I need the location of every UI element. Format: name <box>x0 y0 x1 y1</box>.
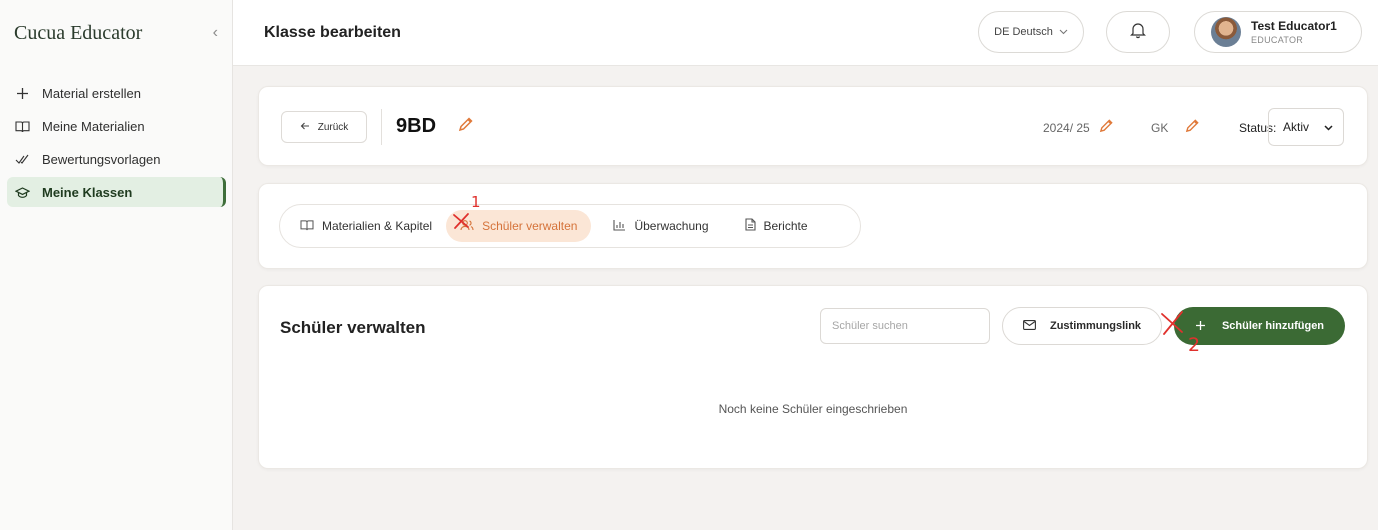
edit-year-pencil-icon[interactable] <box>1099 118 1114 137</box>
sidebar-item-material-erstellen[interactable]: Material erstellen <box>7 78 226 108</box>
users-icon <box>460 219 474 234</box>
bell-icon <box>1130 21 1146 44</box>
arrow-left-icon <box>300 121 310 133</box>
sidebar-item-label: Meine Materialien <box>42 118 145 134</box>
double-check-icon <box>14 153 30 165</box>
avatar <box>1211 17 1241 47</box>
empty-state-text: Noch keine Schüler eingeschrieben <box>718 402 908 416</box>
top-header: Klasse bearbeiten DE Deutsch Test Educat… <box>233 0 1378 66</box>
sidebar-item-label: Bewertungsvorlagen <box>42 151 161 167</box>
add-student-label: Schüler hinzufügen <box>1221 320 1325 332</box>
status-value: Aktiv <box>1283 120 1310 134</box>
school-year: 2024/ 25 <box>1043 121 1090 135</box>
edit-class-name-pencil-icon[interactable] <box>458 116 474 136</box>
tab-schueler-verwalten[interactable]: Schüler verwalten <box>446 210 592 242</box>
tab-label: Materialien & Kapitel <box>322 219 433 233</box>
sidebar-item-meine-klassen[interactable]: Meine Klassen <box>7 177 226 207</box>
student-search-input[interactable] <box>820 308 990 344</box>
bar-chart-icon <box>613 219 626 234</box>
consent-link-label: Zustimmungslink <box>1049 320 1142 332</box>
chevron-down-icon <box>1324 120 1333 134</box>
back-button[interactable]: Zurück <box>281 111 367 143</box>
book-icon <box>14 120 30 133</box>
sidebar: Cucua Educator ‹ Material erstellen Mein… <box>0 0 233 530</box>
plus-icon <box>14 87 30 100</box>
edit-course-pencil-icon[interactable] <box>1185 118 1200 137</box>
course-type: GK <box>1151 121 1169 135</box>
sidebar-item-label: Material erstellen <box>42 85 141 101</box>
divider <box>381 109 382 145</box>
collapse-sidebar-icon[interactable]: ‹ <box>213 24 218 42</box>
document-icon <box>744 218 756 234</box>
tab-bar: Materialien & Kapitel Schüler verwalten … <box>279 204 861 248</box>
consent-link-button[interactable]: Zustimmungslink <box>1002 307 1162 345</box>
user-menu[interactable]: Test Educator1 EDUCATOR <box>1194 11 1362 53</box>
sidebar-item-label: Meine Klassen <box>42 184 133 200</box>
user-info: Test Educator1 EDUCATOR <box>1251 19 1337 45</box>
language-label: DE Deutsch <box>994 26 1053 38</box>
mail-icon <box>1023 319 1036 333</box>
chevron-down-icon <box>1059 27 1068 37</box>
section-title: Schüler verwalten <box>280 318 426 337</box>
brand-name: Cucua Educator <box>14 21 143 44</box>
add-student-button[interactable]: Schüler hinzufügen <box>1174 307 1345 345</box>
tabs-card: Materialien & Kapitel Schüler verwalten … <box>258 183 1368 269</box>
graduation-cap-icon <box>14 186 30 199</box>
brand-row: Cucua Educator ‹ <box>0 0 232 66</box>
tab-ueberwachung[interactable]: Überwachung <box>599 210 722 242</box>
back-label: Zurück <box>317 121 349 133</box>
status-select[interactable]: Aktiv <box>1268 108 1344 146</box>
sidebar-nav: Material erstellen Meine Materialien Bew… <box>0 78 232 207</box>
sidebar-item-bewertungsvorlagen[interactable]: Bewertungsvorlagen <box>7 144 226 174</box>
header-actions: DE Deutsch Test Educator1 EDUCATOR <box>978 11 1362 53</box>
tab-label: Überwachung <box>634 219 709 233</box>
user-name: Test Educator1 <box>1251 19 1337 33</box>
tab-materialien-kapitel[interactable]: Materialien & Kapitel <box>286 210 446 242</box>
book-icon <box>300 219 314 234</box>
plus-icon <box>1195 318 1206 334</box>
language-selector[interactable]: DE Deutsch <box>978 11 1084 53</box>
sidebar-item-meine-materialien[interactable]: Meine Materialien <box>7 111 226 141</box>
page-title: Klasse bearbeiten <box>264 23 401 41</box>
tab-label: Berichte <box>763 219 808 233</box>
students-card: Schüler verwalten Zustimmungslink Schüle… <box>258 285 1368 469</box>
class-info-card: Zurück 9BD 2024/ 25 GK Status: Aktiv <box>258 86 1368 166</box>
tab-label: Schüler verwalten <box>482 219 578 233</box>
tab-berichte[interactable]: Berichte <box>731 210 822 242</box>
user-role: EDUCATOR <box>1251 35 1304 45</box>
class-name: 9BD <box>396 115 437 137</box>
notifications-button[interactable] <box>1106 11 1170 53</box>
